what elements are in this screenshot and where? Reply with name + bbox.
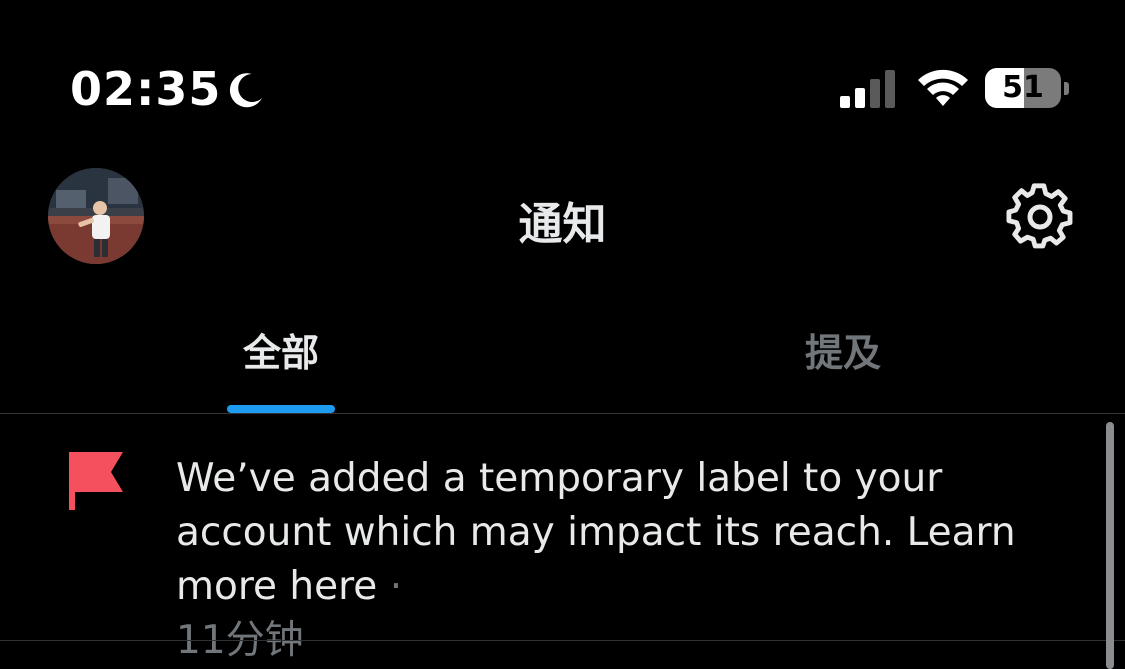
tab-all-label: 全部 xyxy=(242,331,319,375)
list-divider xyxy=(0,640,1125,641)
status-bar: 02:35 51 xyxy=(0,0,1125,170)
wifi-icon xyxy=(918,69,968,106)
tab-bar: 全部 提及 xyxy=(0,300,1125,414)
gear-icon[interactable] xyxy=(1006,183,1074,251)
tab-all[interactable]: 全部 xyxy=(0,300,562,414)
notification-message: We’ve added a temporary label to your ac… xyxy=(176,456,1016,609)
moon-icon xyxy=(229,73,262,108)
active-tab-indicator xyxy=(227,405,335,413)
battery-body: 51 xyxy=(985,68,1061,108)
battery-level-text: 51 xyxy=(1002,70,1044,105)
notification-separator: · xyxy=(389,564,403,609)
tab-mentions[interactable]: 提及 xyxy=(562,300,1124,414)
battery-cap xyxy=(1064,82,1069,95)
notification-text: We’ve added a temporary label to your ac… xyxy=(176,452,1096,668)
tab-mentions-label: 提及 xyxy=(804,331,881,375)
page-title: 通知 xyxy=(518,199,607,250)
status-time: 02:35 xyxy=(70,62,222,116)
notification-item[interactable]: We’ve added a temporary label to your ac… xyxy=(0,414,1125,663)
scrollbar[interactable] xyxy=(1106,422,1114,669)
app-screen: 02:35 51 通知 全部 提及 We’ve added a temporar… xyxy=(0,0,1125,669)
flag-icon xyxy=(69,452,123,510)
cellular-signal-icon xyxy=(840,70,895,108)
battery-indicator: 51 xyxy=(985,68,1071,110)
